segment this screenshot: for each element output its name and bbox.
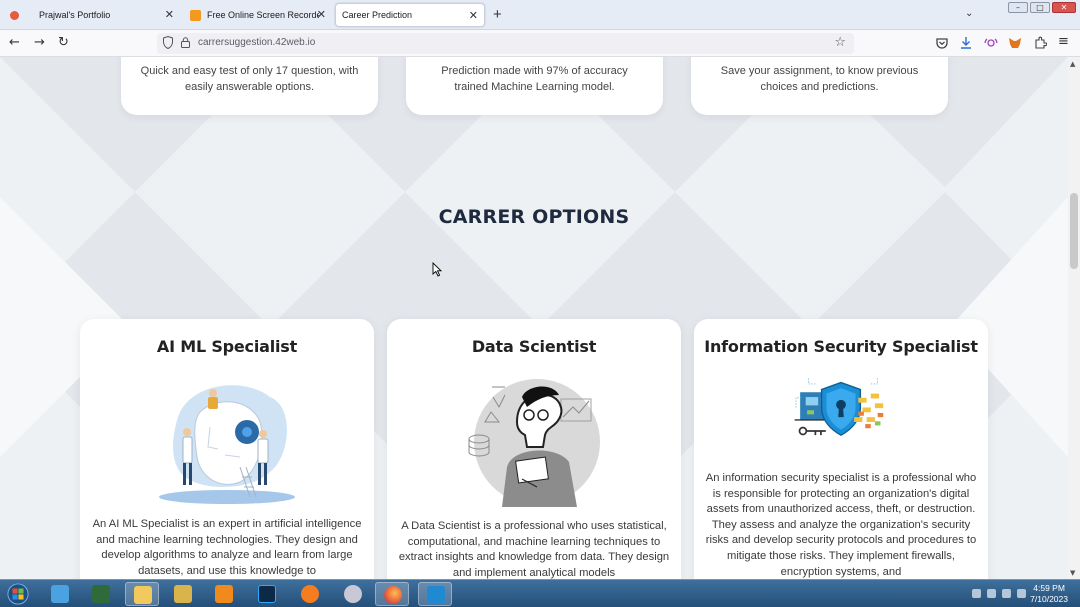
media-player-icon bbox=[215, 585, 233, 603]
clock-date: 7/10/2023 bbox=[1030, 594, 1068, 604]
maximize-button[interactable]: □ bbox=[1030, 2, 1050, 13]
career-card-data-scientist[interactable]: Data Scientist A Data Scientist is a pro… bbox=[387, 319, 681, 579]
web-page: Quick and easy test of only 17 question,… bbox=[0, 57, 1068, 579]
feature-text: Prediction made with 97% of accuracy tra… bbox=[441, 65, 628, 93]
tray-arrow-icon[interactable] bbox=[972, 589, 981, 598]
career-card-info-security[interactable]: Information Security Specialist An infor… bbox=[694, 319, 988, 579]
taskbar-file-explorer-2[interactable] bbox=[166, 582, 200, 606]
taskbar-firefox[interactable] bbox=[375, 582, 409, 606]
feature-card-save: Save your assignment, to know previous c… bbox=[691, 57, 948, 115]
tracking-shield-icon[interactable] bbox=[163, 36, 173, 49]
clock-time: 4:59 PM bbox=[1033, 583, 1065, 593]
feature-card-accuracy: Prediction made with 97% of accuracy tra… bbox=[406, 57, 663, 115]
taskbar-tool[interactable] bbox=[336, 582, 370, 606]
fl-studio-icon bbox=[301, 585, 319, 603]
windows-logo-icon bbox=[7, 583, 29, 605]
hamburger-menu-icon[interactable]: ≡ bbox=[1058, 34, 1069, 50]
forward-arrow-icon[interactable]: → bbox=[34, 35, 45, 51]
tab-screen-recorder[interactable]: Free Online Screen Recorder & ✕ bbox=[184, 3, 332, 27]
minimize-button[interactable]: – bbox=[1008, 2, 1028, 13]
career-card-ai-ml[interactable]: AI ML Specialist An AI ML Specialist is … bbox=[80, 319, 374, 579]
tab-title: Career Prediction bbox=[342, 10, 413, 20]
start-button[interactable] bbox=[2, 582, 34, 606]
close-window-button[interactable]: ✕ bbox=[1052, 2, 1076, 13]
taskbar-fl-studio[interactable] bbox=[293, 582, 327, 606]
pocket-icon[interactable] bbox=[935, 36, 949, 50]
url-text[interactable]: carrersuggestion.42web.io bbox=[198, 37, 315, 48]
page-scrollbar[interactable]: ▲ ▼ bbox=[1068, 57, 1080, 579]
control-panel-icon bbox=[51, 585, 69, 603]
taskbar-control-panel[interactable] bbox=[43, 582, 77, 606]
recorder-icon bbox=[190, 9, 201, 21]
feature-card-quick-test: Quick and easy test of only 17 question,… bbox=[121, 57, 378, 115]
firefox-icon bbox=[10, 10, 19, 20]
list-tabs-chevron-icon[interactable]: ⌄ bbox=[965, 8, 973, 19]
extension-icon[interactable] bbox=[984, 36, 998, 50]
scroll-down-icon[interactable]: ▼ bbox=[1070, 569, 1075, 577]
tab-portfolio[interactable]: Prajwal's Portfolio ✕ bbox=[4, 3, 180, 27]
taskbar-vscode[interactable] bbox=[418, 582, 452, 606]
address-bar[interactable]: carrersuggestion.42web.io ☆ bbox=[157, 33, 854, 54]
career-title: Information Security Specialist bbox=[704, 337, 978, 356]
data-scientist-illustration bbox=[468, 379, 600, 507]
folder-icon bbox=[174, 585, 192, 603]
feature-text: Quick and easy test of only 17 question,… bbox=[140, 65, 359, 93]
career-title: Data Scientist bbox=[471, 337, 597, 356]
tab-title: Free Online Screen Recorder & bbox=[207, 10, 319, 20]
taskbar-photoshop[interactable] bbox=[250, 582, 284, 606]
back-arrow-icon[interactable]: ← bbox=[9, 35, 20, 51]
feature-text: Save your assignment, to know previous c… bbox=[720, 65, 919, 93]
windows-taskbar: 4:59 PM 7/10/2023 bbox=[0, 579, 1080, 607]
folder-icon bbox=[134, 586, 152, 604]
career-description: A Data Scientist is a professional who u… bbox=[398, 520, 670, 579]
tray-flag-icon[interactable] bbox=[1017, 589, 1026, 598]
vscode-icon bbox=[427, 586, 445, 604]
downloads-icon[interactable] bbox=[959, 36, 973, 50]
metamask-fox-icon[interactable] bbox=[1008, 36, 1022, 50]
taskbar-clock[interactable]: 4:59 PM 7/10/2023 bbox=[1030, 583, 1068, 605]
system-tray[interactable] bbox=[972, 589, 1026, 598]
close-tab-icon[interactable]: ✕ bbox=[165, 8, 174, 21]
taskbar-media-player[interactable] bbox=[207, 582, 241, 606]
career-description: An AI ML Specialist is an expert in arti… bbox=[92, 518, 362, 577]
career-title: AI ML Specialist bbox=[156, 337, 298, 356]
tray-shield-icon[interactable] bbox=[987, 589, 996, 598]
window-controls: – □ ✕ bbox=[1008, 2, 1076, 13]
mouse-cursor-icon bbox=[432, 262, 442, 277]
close-tab-icon[interactable]: ✕ bbox=[317, 8, 326, 21]
ai-robot-illustration bbox=[159, 385, 295, 504]
photoshop-icon bbox=[258, 585, 276, 603]
security-shield-illustration bbox=[794, 378, 884, 436]
terminal-icon bbox=[92, 585, 110, 603]
tab-career-prediction[interactable]: Career Prediction ✕ bbox=[335, 3, 485, 27]
extensions-puzzle-icon[interactable] bbox=[1033, 36, 1047, 50]
reload-icon[interactable]: ↻ bbox=[58, 35, 69, 51]
bookmark-star-icon[interactable]: ☆ bbox=[834, 35, 846, 50]
taskbar-terminal[interactable] bbox=[84, 582, 118, 606]
close-tab-icon[interactable]: ✕ bbox=[469, 9, 478, 22]
taskbar-file-explorer[interactable] bbox=[125, 582, 159, 606]
site-info-lock-icon[interactable] bbox=[181, 37, 190, 48]
scroll-up-icon[interactable]: ▲ bbox=[1070, 60, 1075, 68]
career-description: An information security specialist is a … bbox=[705, 472, 977, 578]
tab-title: Prajwal's Portfolio bbox=[39, 10, 111, 20]
section-heading: CARRER OPTIONS bbox=[438, 206, 630, 228]
new-tab-icon[interactable]: + bbox=[493, 6, 502, 23]
scrollbar-thumb[interactable] bbox=[1070, 193, 1078, 269]
tab-bar: Prajwal's Portfolio ✕ Free Online Screen… bbox=[0, 0, 1080, 30]
magnifier-tool-icon bbox=[344, 585, 362, 603]
tray-network-icon[interactable] bbox=[1002, 589, 1011, 598]
firefox-icon bbox=[384, 586, 402, 604]
navigation-toolbar: ← → ↻ carrersuggestion.42web.io ☆ ≡ bbox=[0, 30, 1080, 57]
